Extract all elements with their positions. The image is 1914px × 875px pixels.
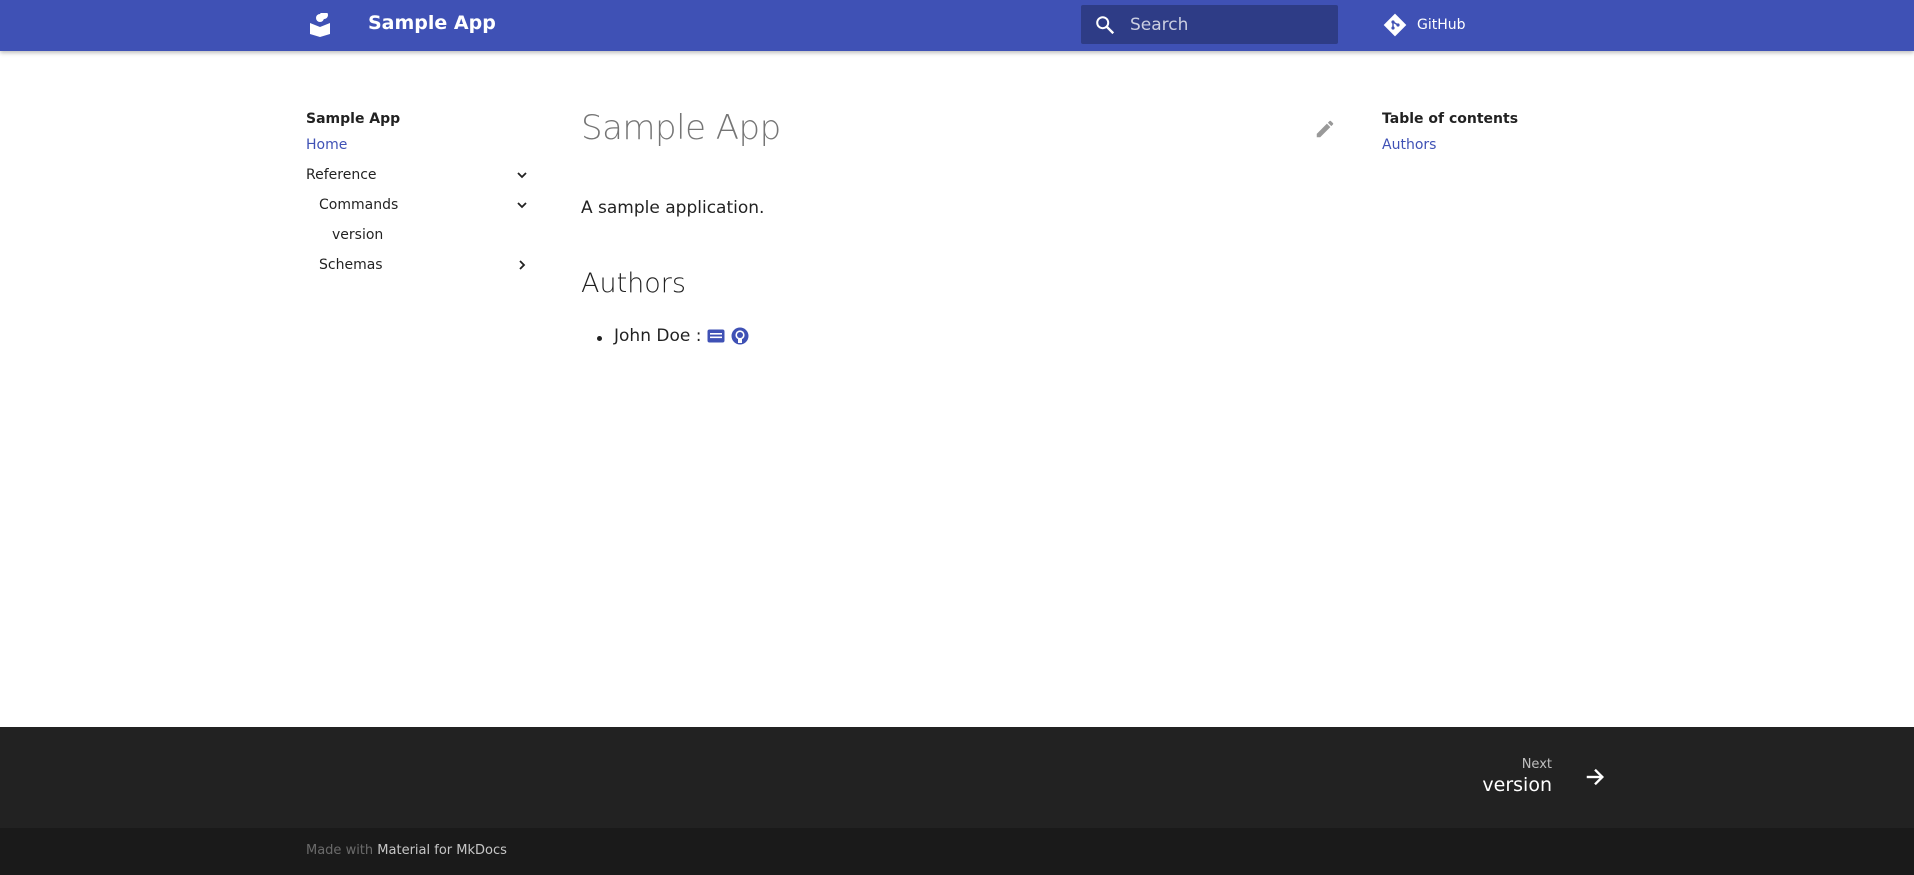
edit-icon[interactable] <box>1313 117 1337 141</box>
footer-nav: Next version <box>0 727 1914 828</box>
toc-link-authors[interactable]: Authors <box>1382 130 1518 160</box>
git-icon <box>1382 12 1408 38</box>
chevron-right-icon <box>514 257 530 273</box>
nav-item-label: version <box>332 227 384 243</box>
book-icon[interactable] <box>306 11 334 39</box>
main-content: Sample App <box>581 100 1341 156</box>
arrow-right-icon <box>1582 764 1608 790</box>
email-icon[interactable] <box>707 327 725 345</box>
nav-item-label: Schemas <box>319 257 383 273</box>
github-source-link[interactable]: GitHub <box>1382 12 1466 38</box>
search-icon <box>1093 13 1117 37</box>
next-page-link[interactable]: Next version <box>1482 757 1608 797</box>
material-mkdocs-link[interactable]: Material for MkDocs <box>377 843 507 858</box>
made-with-text: Made with Material for MkDocs <box>306 843 507 858</box>
authors-heading: Authors <box>581 268 686 299</box>
nav-item-reference[interactable]: Reference <box>306 160 536 190</box>
table-of-contents: Table of contents Authors <box>1382 108 1518 160</box>
github-icon[interactable] <box>731 327 749 345</box>
chevron-down-icon <box>514 167 530 183</box>
next-title: version <box>1482 774 1552 796</box>
toc-title: Table of contents <box>1382 111 1519 127</box>
nav-item-commands[interactable]: Commands <box>306 190 536 220</box>
author-name: John Doe : <box>614 326 702 346</box>
nav-item-label: Commands <box>319 197 399 213</box>
next-label: Next <box>1521 757 1552 772</box>
footer-meta: Made with Material for MkDocs <box>0 828 1914 875</box>
site-title: Sample App <box>368 12 496 34</box>
chevron-down-icon <box>514 197 530 213</box>
nav-item-schemas[interactable]: Schemas <box>306 250 536 280</box>
page-title: Sample App <box>581 108 781 148</box>
bullet <box>597 336 602 341</box>
sidebar-nav: Sample App Home Reference Commands versi… <box>306 108 536 280</box>
search-input[interactable] <box>1130 14 1320 35</box>
next-page-text: Next version <box>1482 757 1552 797</box>
header: Sample App GitHub <box>0 0 1914 51</box>
nav-item-version[interactable]: version <box>306 220 536 250</box>
list-item: John Doe : <box>597 326 749 346</box>
nav-item-label: Reference <box>306 167 377 183</box>
nav-item-label: Home <box>306 137 348 153</box>
nav-title: Sample App <box>306 111 401 127</box>
nav-item-home[interactable]: Home <box>306 130 536 160</box>
page-description: A sample application. <box>581 198 765 218</box>
made-with-prefix: Made with <box>306 843 374 858</box>
source-label: GitHub <box>1417 17 1466 33</box>
search-box[interactable] <box>1081 5 1338 44</box>
